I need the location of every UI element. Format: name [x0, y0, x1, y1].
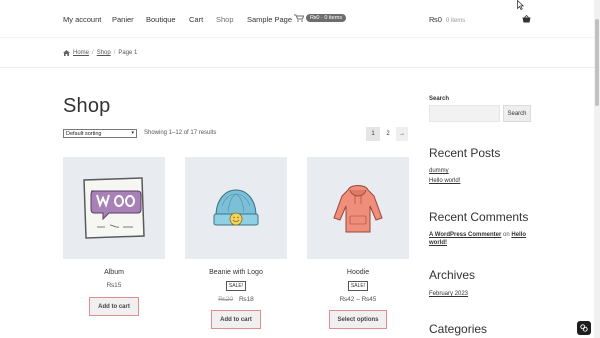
archive-link[interactable]: February 2023	[429, 291, 468, 297]
product-current-price: ₨15	[106, 282, 122, 289]
recent-posts-heading: Recent Posts	[429, 146, 501, 160]
sorting-select[interactable]: Default sorting ▾	[63, 129, 137, 138]
cart-badge: ₨0 · 0 items	[306, 14, 347, 22]
recent-comment: A WordPress Commenter on Hello world!	[429, 231, 539, 247]
product-name[interactable]: Hoodie	[307, 269, 409, 276]
product-current-price: ₨42 – ₨45	[339, 296, 377, 303]
scrollbar[interactable]	[594, 0, 600, 338]
product-image[interactable]	[63, 157, 165, 259]
nav-shop[interactable]: Shop	[216, 15, 234, 24]
select-options-button[interactable]: Select options	[329, 310, 387, 329]
breadcrumb-separator: /	[92, 50, 94, 56]
product-card: Album ₨15 Add to cart	[63, 157, 165, 316]
product-name[interactable]: Album	[63, 269, 165, 276]
archives-heading: Archives	[429, 268, 476, 282]
header-total-amount: ₨0	[429, 15, 442, 24]
chevron-down-icon: ▾	[131, 130, 134, 136]
recent-comments-heading: Recent Comments	[429, 210, 529, 224]
comment-author-link[interactable]: A WordPress Commenter	[429, 232, 501, 238]
search-input[interactable]	[429, 105, 500, 122]
page-title: Shop	[63, 95, 111, 117]
breadcrumb: Home / Shop / Page 1	[63, 50, 137, 56]
header-cart-total[interactable]: ₨0 0 items	[429, 15, 465, 24]
pagination-page-1[interactable]: 1	[366, 127, 380, 141]
scrollbar-thumb[interactable]	[595, 19, 599, 106]
floating-tool-button[interactable]	[577, 321, 591, 335]
comment-on-label: on	[503, 232, 510, 238]
product-price: ₨20 ₨18	[185, 296, 287, 303]
sale-badge: SALE!	[226, 281, 246, 291]
nav-sample-page[interactable]: Sample Page	[247, 15, 292, 24]
product-card: Hoodie SALE! ₨42 – ₨45 Select options	[307, 157, 409, 329]
breadcrumb-current: Page 1	[118, 50, 138, 56]
breadcrumb-separator: /	[113, 50, 116, 56]
breadcrumb-shop[interactable]: Shop	[97, 50, 111, 56]
breadcrumb-band: Home / Shop / Page 1	[0, 38, 594, 68]
beanie-icon	[213, 189, 259, 226]
breadcrumb-home[interactable]: Home	[73, 50, 89, 56]
categories-heading: Categories	[429, 322, 488, 336]
sale-badge: SALE!	[348, 281, 368, 291]
product-card: Beanie with Logo SALE! ₨20 ₨18 Add to car…	[185, 157, 287, 329]
sorting-selected-value: Default sorting	[66, 130, 102, 137]
add-to-cart-button[interactable]: Add to cart	[89, 297, 139, 316]
product-price: ₨15	[63, 282, 165, 289]
product-old-price: ₨20	[218, 296, 233, 303]
nav-panier[interactable]: Panier	[112, 15, 134, 24]
nav-my-account[interactable]: My account	[63, 15, 101, 24]
product-image[interactable]	[307, 157, 409, 259]
album-icon	[83, 177, 145, 239]
hoodie-icon	[333, 185, 383, 233]
nav-cart[interactable]: Cart	[189, 15, 203, 24]
pagination-page-2[interactable]: 2	[382, 127, 394, 141]
basket-icon[interactable]	[522, 15, 531, 23]
recent-post-link[interactable]: dummy	[429, 168, 449, 174]
home-icon	[63, 50, 70, 56]
product-image[interactable]	[185, 157, 287, 259]
mouse-cursor-icon	[517, 0, 524, 10]
recent-post-link[interactable]: Hello world!	[429, 178, 460, 184]
pagination-next[interactable]: →	[396, 127, 408, 141]
search-button[interactable]: Search	[503, 105, 531, 122]
top-navigation: My account Panier Boutique Cart Shop Sam…	[0, 0, 594, 38]
product-current-price: ₨18	[239, 296, 254, 303]
cart-icon	[294, 14, 304, 22]
search-label: Search	[429, 96, 450, 102]
nav-cart-widget[interactable]: ₨0 · 0 items	[294, 14, 347, 22]
add-to-cart-button[interactable]: Add to cart	[211, 310, 261, 329]
link-icon	[580, 324, 588, 332]
header-item-count: 0 items	[445, 18, 466, 24]
product-name[interactable]: Beanie with Logo	[185, 269, 287, 276]
result-count: Showing 1–12 of 17 results	[144, 130, 217, 136]
product-price: ₨42 – ₨45	[307, 296, 409, 303]
nav-boutique[interactable]: Boutique	[146, 15, 176, 24]
